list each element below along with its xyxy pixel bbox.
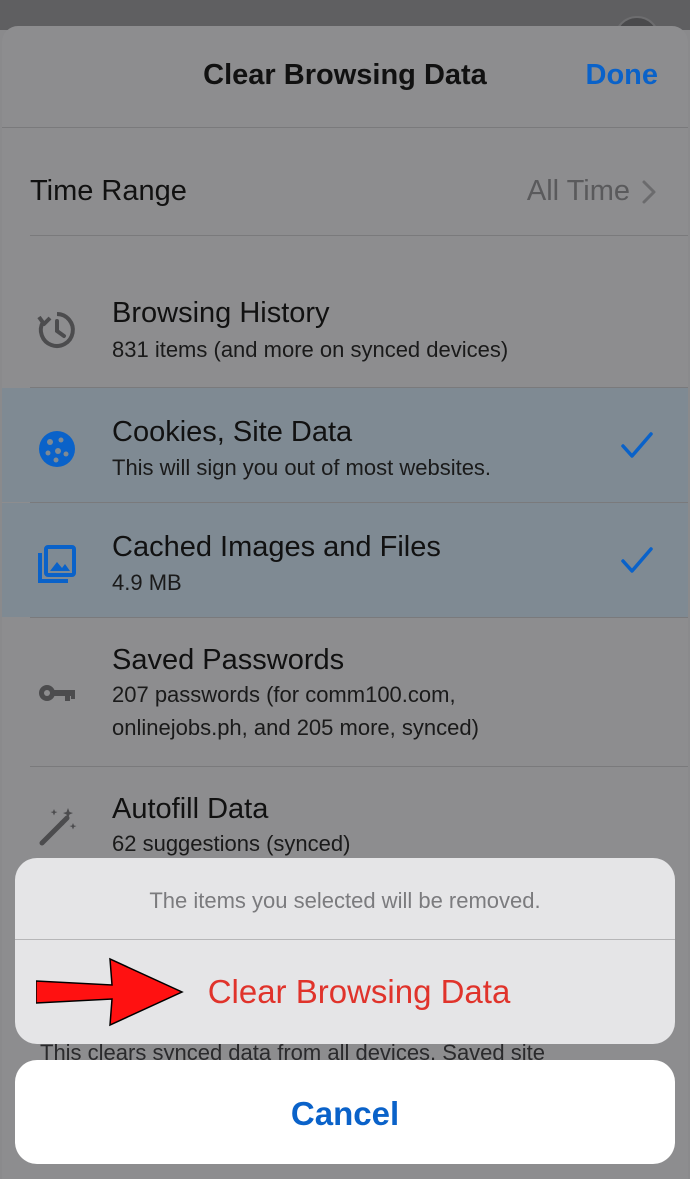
item-title: Autofill Data: [112, 793, 269, 825]
image-icon: [38, 545, 76, 583]
cancel-button[interactable]: Cancel: [15, 1060, 675, 1164]
list-item-cookies[interactable]: Cookies, Site Data This will sign you ou…: [2, 388, 688, 502]
item-subtitle: 62 suggestions (synced): [112, 831, 351, 856]
time-range-row[interactable]: Time Range All Time: [2, 128, 688, 236]
cookie-icon: [39, 431, 75, 467]
list-item-browsing-history[interactable]: Browsing History 831 items (and more on …: [2, 271, 688, 387]
red-arrow-annotation: [36, 957, 184, 1027]
divider: [30, 235, 688, 236]
item-subtitle: 831 items (and more on synced devices): [112, 337, 509, 362]
item-title: Browsing History: [112, 297, 330, 329]
key-icon: [39, 685, 75, 701]
divider: [15, 939, 675, 940]
item-title: Cookies, Site Data: [112, 416, 353, 448]
checkmark-icon: [621, 547, 653, 573]
item-subtitle: 4.9 MB: [112, 570, 182, 595]
cancel-label: Cancel: [290, 1095, 400, 1132]
item-title: Cached Images and Files: [112, 531, 441, 563]
history-icon: [37, 312, 75, 348]
item-title: Saved Passwords: [112, 644, 345, 676]
item-subtitle: onlinejobs.ph, and 205 more, synced): [112, 715, 479, 740]
list-item-saved-passwords[interactable]: Saved Passwords 207 passwords (for comm1…: [2, 618, 688, 766]
confirm-message: The items you selected will be removed.: [149, 888, 541, 913]
done-button[interactable]: Done: [586, 59, 659, 92]
time-range-label: Time Range: [30, 175, 187, 207]
item-subtitle: 207 passwords (for comm100.com,: [112, 682, 456, 707]
checkmark-icon: [621, 432, 653, 458]
list-item-cached-images[interactable]: Cached Images and Files 4.9 MB: [2, 503, 688, 617]
item-subtitle: This will sign you out of most websites.: [112, 455, 492, 480]
navigation-bar: Clear Browsing Data Done: [2, 26, 688, 128]
time-range-value: All Time: [526, 175, 630, 207]
chevron-right-icon: [642, 180, 656, 204]
magic-wand-icon: [39, 808, 77, 846]
